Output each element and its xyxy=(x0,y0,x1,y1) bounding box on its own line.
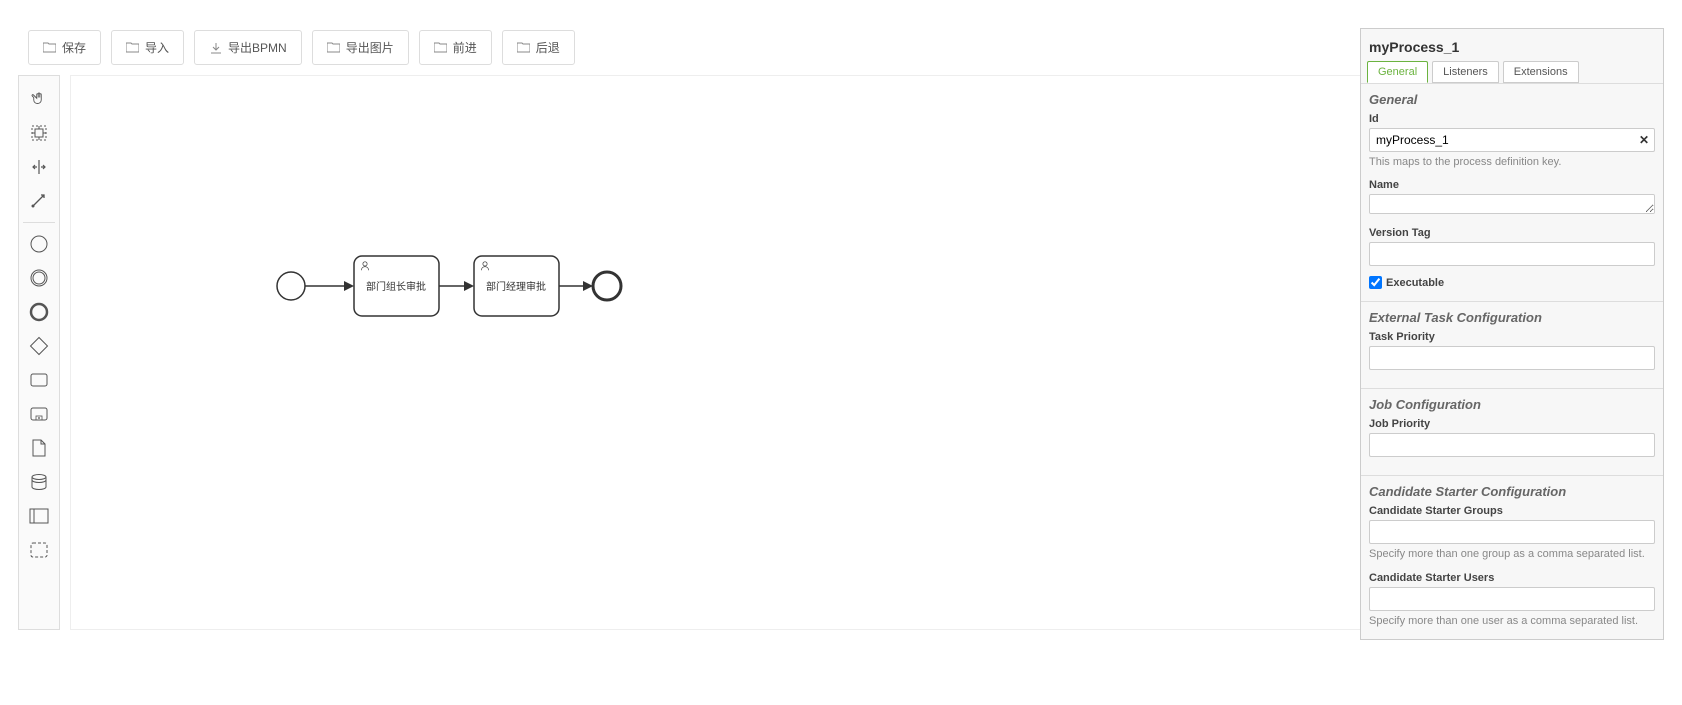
forward-button[interactable]: 前进 xyxy=(419,30,492,65)
clear-icon[interactable]: ✕ xyxy=(1639,133,1649,147)
back-button[interactable]: 后退 xyxy=(502,30,575,65)
tab-listeners[interactable]: Listeners xyxy=(1432,61,1499,83)
export-image-button[interactable]: 导出图片 xyxy=(312,30,409,65)
executable-label: Executable xyxy=(1386,277,1444,289)
folder-icon xyxy=(43,41,56,54)
save-button[interactable]: 保存 xyxy=(28,30,101,65)
section-title: Candidate Starter Configuration xyxy=(1369,484,1655,499)
end-event-node[interactable] xyxy=(593,272,621,300)
tab-extensions[interactable]: Extensions xyxy=(1503,61,1579,83)
start-event-icon[interactable] xyxy=(24,229,54,259)
back-label: 后退 xyxy=(536,39,560,56)
task2-label: 部门经理审批 xyxy=(486,280,546,293)
section-external-task: External Task Configuration Task Priorit… xyxy=(1361,301,1663,388)
tab-general[interactable]: General xyxy=(1367,61,1428,83)
name-label: Name xyxy=(1369,179,1655,191)
end-event-icon[interactable] xyxy=(24,297,54,327)
starter-users-hint: Specify more than one user as a comma se… xyxy=(1369,614,1655,628)
section-general: General Id ✕ This maps to the process de… xyxy=(1361,83,1663,301)
section-candidate-starter: Candidate Starter Configuration Candidat… xyxy=(1361,475,1663,640)
starter-users-input[interactable] xyxy=(1369,587,1655,611)
id-input[interactable] xyxy=(1369,128,1655,152)
section-title: Job Configuration xyxy=(1369,397,1655,412)
folder-icon xyxy=(517,41,530,54)
folder-icon xyxy=(434,41,447,54)
version-tag-label: Version Tag xyxy=(1369,227,1655,239)
export-image-label: 导出图片 xyxy=(346,39,394,56)
import-button[interactable]: 导入 xyxy=(111,30,184,65)
intermediate-event-icon[interactable] xyxy=(24,263,54,293)
task1-label: 部门组长审批 xyxy=(366,280,426,293)
export-bpmn-label: 导出BPMN xyxy=(228,39,287,56)
name-input[interactable] xyxy=(1369,194,1655,214)
subprocess-icon[interactable] xyxy=(24,399,54,429)
id-hint: This maps to the process definition key. xyxy=(1369,155,1655,169)
panel-tabs: General Listeners Extensions xyxy=(1361,61,1663,83)
task-priority-label: Task Priority xyxy=(1369,331,1655,343)
starter-users-label: Candidate Starter Users xyxy=(1369,572,1655,584)
job-priority-input[interactable] xyxy=(1369,433,1655,457)
folder-icon xyxy=(327,41,340,54)
properties-panel: myProcess_1 General Listeners Extensions… xyxy=(1360,28,1664,640)
task-priority-input[interactable] xyxy=(1369,346,1655,370)
import-label: 导入 xyxy=(145,39,169,56)
connect-tool-icon[interactable] xyxy=(24,186,54,216)
executable-checkbox[interactable] xyxy=(1369,276,1382,289)
data-object-icon[interactable] xyxy=(24,433,54,463)
space-tool-icon[interactable] xyxy=(24,152,54,182)
export-bpmn-button[interactable]: 导出BPMN xyxy=(194,30,302,65)
participant-icon[interactable] xyxy=(24,501,54,531)
starter-groups-hint: Specify more than one group as a comma s… xyxy=(1369,547,1655,561)
gateway-icon[interactable] xyxy=(24,331,54,361)
job-priority-label: Job Priority xyxy=(1369,418,1655,430)
panel-title: myProcess_1 xyxy=(1361,29,1663,61)
group-icon[interactable] xyxy=(24,535,54,565)
palette xyxy=(18,75,60,630)
section-job-config: Job Configuration Job Priority xyxy=(1361,388,1663,475)
task-icon[interactable] xyxy=(24,365,54,395)
forward-label: 前进 xyxy=(453,39,477,56)
hand-tool-icon[interactable] xyxy=(24,84,54,114)
section-title: External Task Configuration xyxy=(1369,310,1655,325)
start-event-node[interactable] xyxy=(277,272,305,300)
lasso-tool-icon[interactable] xyxy=(24,118,54,148)
data-store-icon[interactable] xyxy=(24,467,54,497)
starter-groups-input[interactable] xyxy=(1369,520,1655,544)
download-icon xyxy=(209,41,222,54)
section-title: General xyxy=(1369,92,1655,107)
starter-groups-label: Candidate Starter Groups xyxy=(1369,505,1655,517)
version-tag-input[interactable] xyxy=(1369,242,1655,266)
save-label: 保存 xyxy=(62,39,86,56)
folder-icon xyxy=(126,41,139,54)
id-label: Id xyxy=(1369,113,1655,125)
